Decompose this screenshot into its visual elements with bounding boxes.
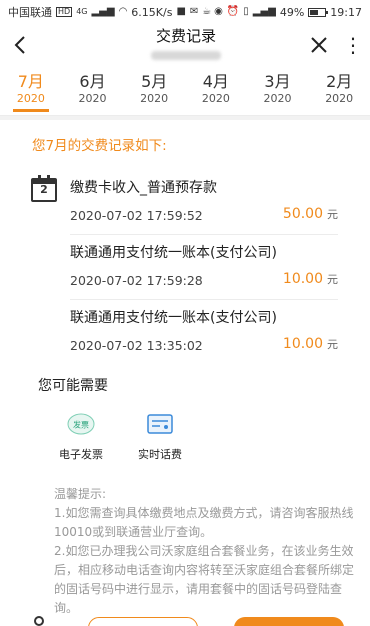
- month-tab-month: 6月: [79, 72, 106, 91]
- record-unit: 元: [327, 338, 338, 351]
- record-row[interactable]: 缴费卡收入_普通预存款 2020-07-02 17:59:52 50.00 元: [70, 178, 338, 235]
- service-icon[interactable]: [34, 616, 44, 626]
- month-tab[interactable]: 7月 2020: [0, 66, 62, 115]
- active-tab-indicator: [12, 109, 49, 112]
- e-invoice-button[interactable]: 发票 电子发票: [45, 410, 117, 462]
- primary-action-button[interactable]: [234, 617, 344, 626]
- month-tab-month: 3月: [264, 72, 291, 91]
- month-tab-year: 2020: [140, 92, 169, 105]
- close-icon: [311, 37, 327, 53]
- more-vertical-icon: ⋮: [343, 33, 363, 57]
- record-unit: 元: [327, 208, 338, 221]
- more-menu-button[interactable]: ⋮: [336, 24, 370, 66]
- suggestion-label: 电子发票: [59, 448, 103, 461]
- tip-line: 2.如您已办理我公司沃家庭组合套餐业务，在该业务生效后，相应移动电话查询内容将转…: [54, 544, 355, 615]
- record-time: 2020-07-02 17:59:52: [70, 208, 203, 223]
- month-tab[interactable]: 4月 2020: [185, 66, 247, 115]
- record-name: 缴费卡收入_普通预存款: [70, 180, 217, 196]
- signal-bars-icon: ▂▄▆: [252, 6, 276, 17]
- divider: [70, 299, 338, 300]
- record-time: 2020-07-02 17:59:28: [70, 273, 203, 288]
- month-tab-month: 2月: [326, 72, 353, 91]
- back-button[interactable]: [0, 24, 40, 66]
- invoice-badge-text: 发票: [73, 420, 89, 430]
- month-tab[interactable]: 3月 2020: [247, 66, 309, 115]
- invoice-icon: 发票: [65, 410, 97, 438]
- month-tab-month: 5月: [141, 72, 168, 91]
- cup-icon: ☕: [202, 6, 212, 17]
- record-time: 2020-07-02 13:35:02: [70, 338, 203, 353]
- record-amount: 10.00: [282, 271, 323, 287]
- suggestion-label: 实时话费: [138, 448, 182, 461]
- eye-icon: ◉: [214, 6, 223, 17]
- message-icon: ✉: [189, 6, 199, 17]
- record-amount: 10.00: [282, 336, 323, 352]
- record-row[interactable]: 联通通用支付统一账本(支付公司) 2020-07-02 17:59:28 10.…: [70, 243, 338, 300]
- calendar-day: 2: [40, 183, 48, 196]
- signal-icon: ▂▄▆: [91, 6, 115, 17]
- month-tab-year: 2020: [16, 92, 45, 105]
- month-tab-year: 2020: [78, 92, 107, 105]
- month-tab[interactable]: 5月 2020: [123, 66, 185, 115]
- page-title: 交费记录: [155, 26, 216, 45]
- tips-section: 温馨提示: 1.如您需查询具体缴费地点及缴费方式，请咨询客服热线10010或到联…: [54, 485, 354, 618]
- record-amount: 50.00: [282, 206, 323, 222]
- record-row[interactable]: 联通通用支付统一账本(支付公司) 2020-07-02 13:35:02 10.…: [70, 308, 338, 353]
- record-unit: 元: [327, 273, 338, 286]
- month-tab-month: 7月: [17, 72, 44, 91]
- record-name: 联通通用支付统一账本(支付公司): [70, 245, 277, 261]
- month-tabs: 7月 2020 6月 2020 5月 2020 4月 2020 3月 2020 …: [0, 66, 370, 116]
- redacted-subtitle: [151, 50, 221, 60]
- camera-icon: ■: [176, 6, 186, 17]
- month-tab[interactable]: 6月 2020: [62, 66, 124, 115]
- chevron-left-icon: [14, 36, 25, 54]
- alarm-icon: ⏰: [226, 6, 240, 17]
- battery-icon: [308, 7, 329, 17]
- record-name: 联通通用支付统一账本(支付公司): [70, 310, 277, 326]
- network-label: 4G: [76, 7, 88, 16]
- clock: 19:17: [330, 5, 362, 19]
- close-button[interactable]: [302, 24, 336, 66]
- bill-icon: [144, 410, 176, 438]
- hd-icon: HD: [56, 7, 73, 17]
- vibrate-icon: ▯: [243, 6, 249, 17]
- tips-title: 温馨提示:: [54, 487, 107, 501]
- battery-percent: 49%: [279, 5, 305, 19]
- carrier-label: 中国联通: [8, 6, 52, 19]
- realtime-bill-button[interactable]: 实时话费: [124, 410, 196, 462]
- month-tab-month: 4月: [202, 72, 229, 91]
- suggestions-title: 您可能需要: [38, 378, 108, 394]
- month-tab-year: 2020: [263, 92, 292, 105]
- bottom-action-bar: [0, 613, 370, 626]
- status-bar: 中国联通 HD 4G ▂▄▆ ◠ 6.15K/s ■ ✉ ☕ ◉ ⏰ ▯ ▂▄▆…: [0, 0, 370, 24]
- network-speed: 6.15K/s: [131, 5, 173, 19]
- wifi-icon: ◠: [118, 6, 128, 17]
- records-header: 您7月的交费记录如下:: [32, 138, 167, 154]
- calendar-icon: 2: [31, 175, 57, 202]
- divider: [70, 234, 338, 235]
- secondary-action-button[interactable]: [88, 617, 198, 626]
- title-bar: 交费记录 ⋮: [0, 24, 370, 66]
- month-tab[interactable]: 2月 2020: [308, 66, 370, 115]
- tip-line: 1.如您需查询具体缴费地点及缴费方式，请咨询客服热线10010或到联通营业厅查询…: [54, 506, 354, 539]
- records-card: 您7月的交费记录如下: 2 缴费卡收入_普通预存款 2020-07-02 17:…: [0, 120, 370, 620]
- month-tab-year: 2020: [325, 92, 354, 105]
- month-tab-year: 2020: [201, 92, 230, 105]
